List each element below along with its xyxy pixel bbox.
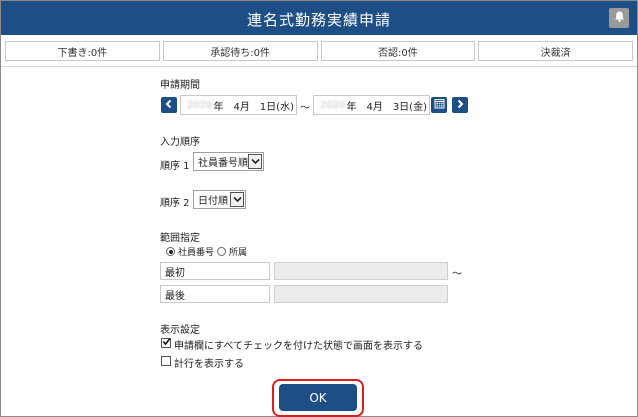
show-total-checkbox[interactable] xyxy=(161,356,171,366)
order2-select[interactable]: 日付順 xyxy=(193,190,246,209)
tab-rejected[interactable]: 否認:0件 xyxy=(320,41,476,61)
range-tilde: ～ xyxy=(452,269,462,280)
order1-label: 順序 1 xyxy=(160,161,190,172)
period-start-date: 年 4月 1日(水) xyxy=(213,101,294,113)
period-end-year: 2020 xyxy=(320,99,346,111)
radio-employee-number[interactable] xyxy=(166,247,175,256)
order2-value: 日付順 xyxy=(198,196,228,207)
order2-label: 順序 2 xyxy=(160,198,190,209)
order1-select[interactable]: 社員番号順 xyxy=(193,152,264,171)
prev-period-button[interactable] xyxy=(161,97,177,113)
bell-icon xyxy=(613,10,626,26)
chevron-right-icon xyxy=(455,99,465,112)
calendar-button[interactable] xyxy=(431,97,447,113)
range-first-value: 最初 xyxy=(165,267,185,279)
period-end-date: 年 4月 3日(金) xyxy=(346,101,427,113)
radio-employee-number-label: 社員番号 xyxy=(178,248,215,258)
order-label: 入力順序 xyxy=(160,137,200,148)
period-label: 申請期間 xyxy=(160,80,200,91)
radio-department[interactable] xyxy=(217,247,226,256)
range-label: 範囲指定 xyxy=(160,233,200,244)
check-all-checkbox[interactable] xyxy=(161,338,171,348)
next-period-button[interactable] xyxy=(452,97,468,113)
period-start-field[interactable]: 2020 年 4月 1日(水) xyxy=(180,95,297,115)
ok-button[interactable]: OK xyxy=(279,384,357,411)
chevron-down-icon xyxy=(248,154,262,169)
chevron-down-icon xyxy=(230,192,244,207)
chevron-left-icon xyxy=(164,99,174,112)
range-last-name-field xyxy=(274,285,448,303)
period-start-year: 2020 xyxy=(187,99,213,111)
checkmark-icon xyxy=(162,337,171,349)
window-frame xyxy=(0,0,638,417)
page-title: 連名式勤務実績申請 xyxy=(246,11,391,29)
tab-approved[interactable]: 決裁済 xyxy=(478,41,633,61)
notification-button[interactable] xyxy=(609,8,629,28)
tab-pending[interactable]: 承認待ち:0件 xyxy=(162,41,318,61)
display-settings-label: 表示設定 xyxy=(160,325,200,336)
range-last-value: 最後 xyxy=(165,290,185,302)
status-tabs: 下書き:0件 承認待ち:0件 否認:0件 決裁済 xyxy=(5,41,633,61)
range-last-field[interactable]: 最後 xyxy=(160,285,270,303)
period-end-field[interactable]: 2020 年 4月 3日(金) xyxy=(313,95,430,115)
radio-department-label: 所属 xyxy=(229,248,248,258)
divider xyxy=(1,66,637,67)
order1-value: 社員番号順 xyxy=(198,158,248,169)
calendar-icon xyxy=(434,98,445,112)
app-header: 連名式勤務実績申請 xyxy=(1,1,637,35)
period-separator: ～ xyxy=(300,103,310,114)
tab-drafts[interactable]: 下書き:0件 xyxy=(5,41,160,61)
show-total-label: 計行を表示する xyxy=(174,359,244,370)
range-first-name-field xyxy=(274,262,448,280)
range-first-field[interactable]: 最初 xyxy=(160,262,270,280)
check-all-label: 申請欄にすべてチェックを付けた状態で画面を表示する xyxy=(174,341,423,352)
